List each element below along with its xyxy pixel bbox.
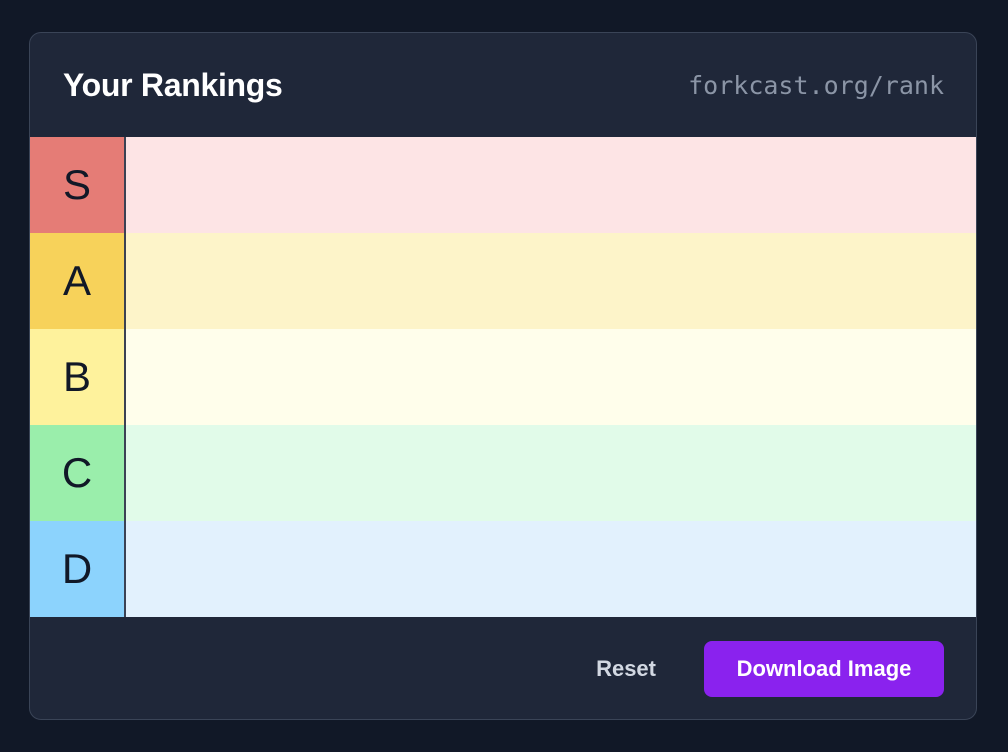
tier-row-a: A bbox=[30, 233, 976, 329]
tier-label-b: B bbox=[30, 329, 126, 425]
tier-dropzone-a[interactable] bbox=[126, 233, 976, 329]
card-header: Your Rankings forkcast.org/rank bbox=[30, 33, 976, 137]
reset-button[interactable]: Reset bbox=[596, 641, 656, 697]
tier-dropzone-b[interactable] bbox=[126, 329, 976, 425]
tier-label-a: A bbox=[30, 233, 126, 329]
download-image-button[interactable]: Download Image bbox=[704, 641, 944, 697]
tier-row-d: D bbox=[30, 521, 976, 617]
page-title: Your Rankings bbox=[63, 67, 283, 103]
tier-dropzone-d[interactable] bbox=[126, 521, 976, 617]
tier-row-c: C bbox=[30, 425, 976, 521]
tier-list: S A B C D bbox=[30, 137, 976, 617]
rankings-card: Your Rankings forkcast.org/rank S A B C … bbox=[29, 32, 977, 720]
tier-label-d: D bbox=[30, 521, 126, 617]
card-footer: Reset Download Image bbox=[30, 617, 976, 719]
tier-label-c: C bbox=[30, 425, 126, 521]
tier-dropzone-c[interactable] bbox=[126, 425, 976, 521]
tier-label-s: S bbox=[30, 137, 126, 233]
tier-row-b: B bbox=[30, 329, 976, 425]
tier-dropzone-s[interactable] bbox=[126, 137, 976, 233]
site-url: forkcast.org/rank bbox=[688, 71, 944, 100]
tier-row-s: S bbox=[30, 137, 976, 233]
